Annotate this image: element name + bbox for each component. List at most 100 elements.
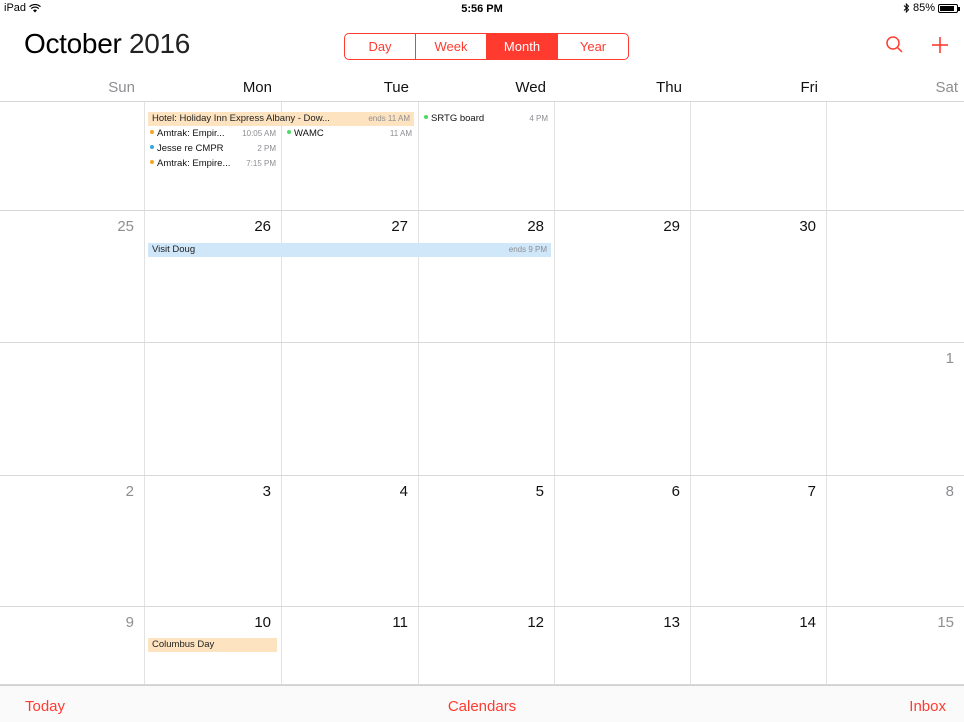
add-event-icon[interactable] xyxy=(929,34,951,56)
day-cell[interactable] xyxy=(691,102,827,210)
day-cell[interactable]: 14 xyxy=(691,607,827,684)
day-number: 15 xyxy=(937,614,954,631)
day-cell[interactable] xyxy=(555,102,691,210)
day-number: 5 xyxy=(535,483,544,500)
day-cell[interactable]: 11 xyxy=(282,607,419,684)
day-cell[interactable] xyxy=(0,102,145,210)
week-row: 2 3 4 5 6 7 8 xyxy=(0,476,964,607)
tab-day[interactable]: Day xyxy=(345,34,416,59)
day-cell[interactable]: 2 xyxy=(0,476,145,606)
day-cell[interactable]: 3 xyxy=(145,476,282,606)
event-hotel-ends: ends 11 AM xyxy=(368,114,410,123)
calendars-button[interactable]: Calendars xyxy=(0,698,964,715)
event-visit-doug-ends: ends 9 PM xyxy=(508,245,547,254)
event-amtrak-1[interactable]: Amtrak: Empir... 10:05 AM xyxy=(150,128,276,140)
event-jesse[interactable]: Jesse re CMPR 2 PM xyxy=(150,143,276,155)
weekday-mon: Mon xyxy=(242,79,272,96)
event-srtg-title: SRTG board xyxy=(431,113,485,124)
day-cell[interactable]: 30 xyxy=(691,211,827,342)
day-number: 14 xyxy=(799,614,816,631)
event-srtg-time: 4 PM xyxy=(529,114,548,123)
day-cell[interactable]: 15 xyxy=(827,607,964,684)
battery-percent: 85% xyxy=(912,2,935,14)
day-number: 13 xyxy=(663,614,680,631)
month-title: October 2016 xyxy=(24,28,190,60)
day-number: 2 xyxy=(125,483,134,500)
event-amtrak-2-title: Amtrak: Empire... xyxy=(157,158,231,169)
day-number: 8 xyxy=(945,483,954,500)
day-cell[interactable]: 1 xyxy=(827,343,964,475)
event-dot xyxy=(424,115,428,120)
day-cell[interactable]: 4 xyxy=(282,476,419,606)
weekday-tue: Tue xyxy=(383,79,409,96)
event-jesse-title: Jesse re CMPR xyxy=(157,143,224,154)
event-amtrak-2[interactable]: Amtrak: Empire... 7:15 PM xyxy=(150,158,276,170)
event-jesse-time: 2 PM xyxy=(257,144,276,153)
event-amtrak-2-time: 7:15 PM xyxy=(246,159,276,168)
day-cell[interactable] xyxy=(827,211,964,342)
event-amtrak-1-time: 10:05 AM xyxy=(242,129,276,138)
event-wamc[interactable]: WAMC 11 AM xyxy=(287,128,412,140)
month-name: October xyxy=(24,28,122,59)
day-cell[interactable]: 13 xyxy=(555,607,691,684)
day-cell[interactable]: 26 xyxy=(145,211,282,342)
day-number: 4 xyxy=(399,483,408,500)
weekday-thu: Thu xyxy=(656,79,682,96)
day-number: 6 xyxy=(671,483,680,500)
month-grid: 25 26 27 28 29 30 1 2 3 4 5 6 7 8 9 10 11 12 13 14 15 xyxy=(0,102,964,685)
day-cell[interactable] xyxy=(0,343,145,475)
event-columbus-day[interactable]: Columbus Day xyxy=(148,638,277,652)
weekday-wed: Wed xyxy=(515,79,546,96)
event-columbus-day-title: Columbus Day xyxy=(152,639,215,650)
search-icon[interactable] xyxy=(884,34,906,56)
day-cell[interactable]: 28 xyxy=(419,211,555,342)
day-number: 11 xyxy=(392,614,408,631)
event-visit-doug[interactable]: Visit Doug ends 9 PM xyxy=(148,243,551,257)
view-segmented-control: Day Week Month Year xyxy=(344,33,629,60)
day-cell[interactable]: 9 xyxy=(0,607,145,684)
day-number: 3 xyxy=(262,483,271,500)
tab-year[interactable]: Year xyxy=(558,34,628,59)
event-dot xyxy=(287,130,291,135)
event-srtg[interactable]: SRTG board 4 PM xyxy=(424,112,548,126)
battery-icon xyxy=(938,3,960,13)
week-row: 1 xyxy=(0,343,964,476)
day-cell[interactable] xyxy=(691,343,827,475)
day-cell[interactable]: 27 xyxy=(282,211,419,342)
battery-level xyxy=(940,5,954,11)
event-hotel[interactable]: Hotel: Holiday Inn Express Albany - Dow.… xyxy=(148,112,414,126)
day-number: 29 xyxy=(663,218,680,235)
status-time: 5:56 PM xyxy=(461,3,503,15)
day-cell[interactable]: 5 xyxy=(419,476,555,606)
day-number: 27 xyxy=(391,218,408,235)
bluetooth-icon xyxy=(903,3,910,13)
tab-week[interactable]: Week xyxy=(416,34,487,59)
day-cell[interactable] xyxy=(419,343,555,475)
day-number: 25 xyxy=(117,218,134,235)
day-cell[interactable] xyxy=(145,343,282,475)
day-cell[interactable]: 25 xyxy=(0,211,145,342)
day-cell[interactable] xyxy=(827,102,964,210)
day-number: 30 xyxy=(799,218,816,235)
weekday-fri: Fri xyxy=(800,79,819,96)
day-cell[interactable] xyxy=(282,343,419,475)
weekday-sat: Sat xyxy=(935,79,958,96)
day-cell[interactable]: 8 xyxy=(827,476,964,606)
weekday-sun: Sun xyxy=(108,79,135,96)
day-number: 9 xyxy=(125,614,134,631)
day-number: 12 xyxy=(527,614,544,631)
day-cell[interactable] xyxy=(555,343,691,475)
week-row: 25 26 27 28 29 30 xyxy=(0,211,964,343)
day-number: 28 xyxy=(527,218,544,235)
day-cell[interactable]: 7 xyxy=(691,476,827,606)
inbox-button[interactable]: Inbox xyxy=(909,698,946,715)
week-row: 9 10 11 12 13 14 15 xyxy=(0,607,964,685)
tab-month[interactable]: Month xyxy=(487,34,558,59)
day-number: 10 xyxy=(254,614,271,631)
event-visit-doug-title: Visit Doug xyxy=(152,244,196,255)
day-cell[interactable]: 6 xyxy=(555,476,691,606)
day-cell[interactable]: 12 xyxy=(419,607,555,684)
event-wamc-time: 11 AM xyxy=(389,129,412,138)
day-number: 26 xyxy=(254,218,271,235)
day-cell[interactable]: 29 xyxy=(555,211,691,342)
